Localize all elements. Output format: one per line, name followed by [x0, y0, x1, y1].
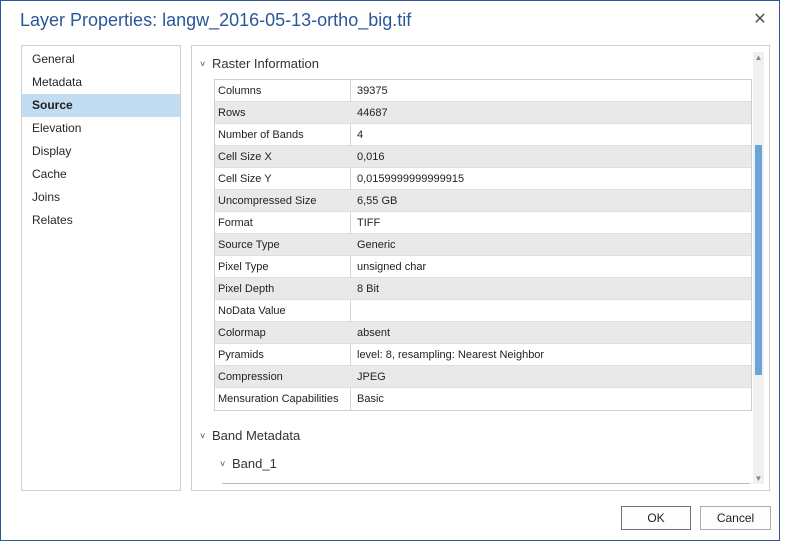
table-row[interactable]: Source Type Generic [215, 234, 751, 256]
row-key: Format [218, 217, 253, 229]
row-key: Number of Bands [218, 129, 304, 141]
close-icon[interactable]: ✕ [751, 11, 769, 29]
table-row[interactable]: Cell Size Y 0,0159999999999915 [215, 168, 751, 190]
row-key: Rows [218, 107, 246, 119]
band-divider [222, 483, 750, 484]
table-row[interactable]: Mensuration Capabilities Basic [215, 388, 751, 410]
row-key: Pyramids [218, 349, 264, 361]
source-page-content: ˅ Raster Information Columns 39375 Rows 446… [191, 45, 770, 491]
nav-item-elevation[interactable]: Elevation [22, 117, 180, 140]
row-key: Cell Size X [218, 151, 272, 163]
table-row[interactable]: Pixel Type unsigned char [215, 256, 751, 278]
row-value: 0,016 [357, 151, 385, 163]
nav-item-source[interactable]: Source [22, 94, 180, 117]
band-metadata-header[interactable]: ˅ Band Metadata [200, 428, 300, 443]
dialog-title: Layer Properties: langw_2016-05-13-ortho… [20, 10, 412, 30]
row-value: 4 [357, 129, 364, 141]
row-value: Generic [357, 239, 396, 251]
row-key: Colormap [218, 327, 266, 339]
table-row[interactable]: Pyramids level: 8, resampling: Nearest Ne… [215, 344, 751, 366]
nav-item-relates[interactable]: Relates [22, 209, 180, 232]
table-row[interactable]: Number of Bands 4 [215, 124, 751, 146]
row-value: 44687 [357, 107, 388, 119]
row-value: 8 Bit [357, 283, 380, 295]
nav-item-display[interactable]: Display [22, 140, 180, 163]
layer-properties-dialog: Layer Properties: langw_2016-05-13-ortho… [0, 0, 780, 541]
row-value: TIFF [357, 217, 381, 229]
row-value: level: 8, resampling: Nearest Neighbor [357, 349, 545, 361]
row-key: Source Type [218, 239, 280, 251]
row-key: Compression [218, 371, 283, 383]
nav-item-metadata[interactable]: Metadata [22, 71, 180, 94]
row-key: NoData Value [218, 305, 286, 317]
property-page-nav: General Metadata Source Elevation Displa… [21, 45, 181, 491]
raster-information-label: Raster Information [212, 56, 319, 71]
scroll-up-icon[interactable]: ▲ [753, 52, 764, 63]
scroll-down-icon[interactable]: ▼ [753, 473, 764, 484]
chevron-down-icon: ˅ [200, 431, 206, 441]
row-key: Cell Size Y [218, 173, 272, 185]
nav-item-joins[interactable]: Joins [22, 186, 180, 209]
table-row[interactable]: Cell Size X 0,016 [215, 146, 751, 168]
row-value: 39375 [357, 85, 388, 97]
ok-button[interactable]: OK [621, 506, 691, 530]
table-row[interactable]: Columns 39375 [215, 80, 751, 102]
row-value: 0,0159999999999915 [357, 173, 465, 185]
raster-information-header[interactable]: ˅ Raster Information [200, 56, 319, 71]
row-key: Pixel Type [218, 261, 269, 273]
table-row[interactable]: NoData Value [215, 300, 751, 322]
row-value: absent [357, 327, 391, 339]
scrollbar-thumb[interactable] [755, 145, 762, 375]
table-row[interactable]: Rows 44687 [215, 102, 751, 124]
row-key: Pixel Depth [218, 283, 275, 295]
table-row[interactable]: Format TIFF [215, 212, 751, 234]
band-1-label: Band_1 [232, 456, 277, 471]
row-value: unsigned char [357, 261, 427, 273]
band-1-header[interactable]: ˅ Band_1 [220, 456, 277, 471]
row-key: Mensuration Capabilities [218, 393, 339, 405]
table-row[interactable]: Compression JPEG [215, 366, 751, 388]
nav-item-cache[interactable]: Cache [22, 163, 180, 186]
table-row[interactable]: Uncompressed Size 6,55 GB [215, 190, 751, 212]
cancel-button[interactable]: Cancel [700, 506, 771, 530]
row-key: Uncompressed Size [218, 195, 317, 207]
nav-item-general[interactable]: General [22, 48, 180, 71]
row-value: Basic [357, 393, 384, 405]
table-row[interactable]: Pixel Depth 8 Bit [215, 278, 751, 300]
row-value: JPEG [357, 371, 386, 383]
chevron-down-icon: ˅ [200, 59, 206, 69]
band-metadata-label: Band Metadata [212, 428, 301, 443]
chevron-down-icon: ˅ [220, 459, 226, 469]
row-value: 6,55 GB [357, 195, 398, 207]
raster-information-table: Columns 39375 Rows 44687 Number of Bands 4 … [214, 79, 752, 411]
row-key: Columns [218, 85, 262, 97]
title-bar[interactable]: Layer Properties: langw_2016-05-13-ortho… [1, 1, 779, 41]
table-row[interactable]: Colormap absent [215, 322, 751, 344]
